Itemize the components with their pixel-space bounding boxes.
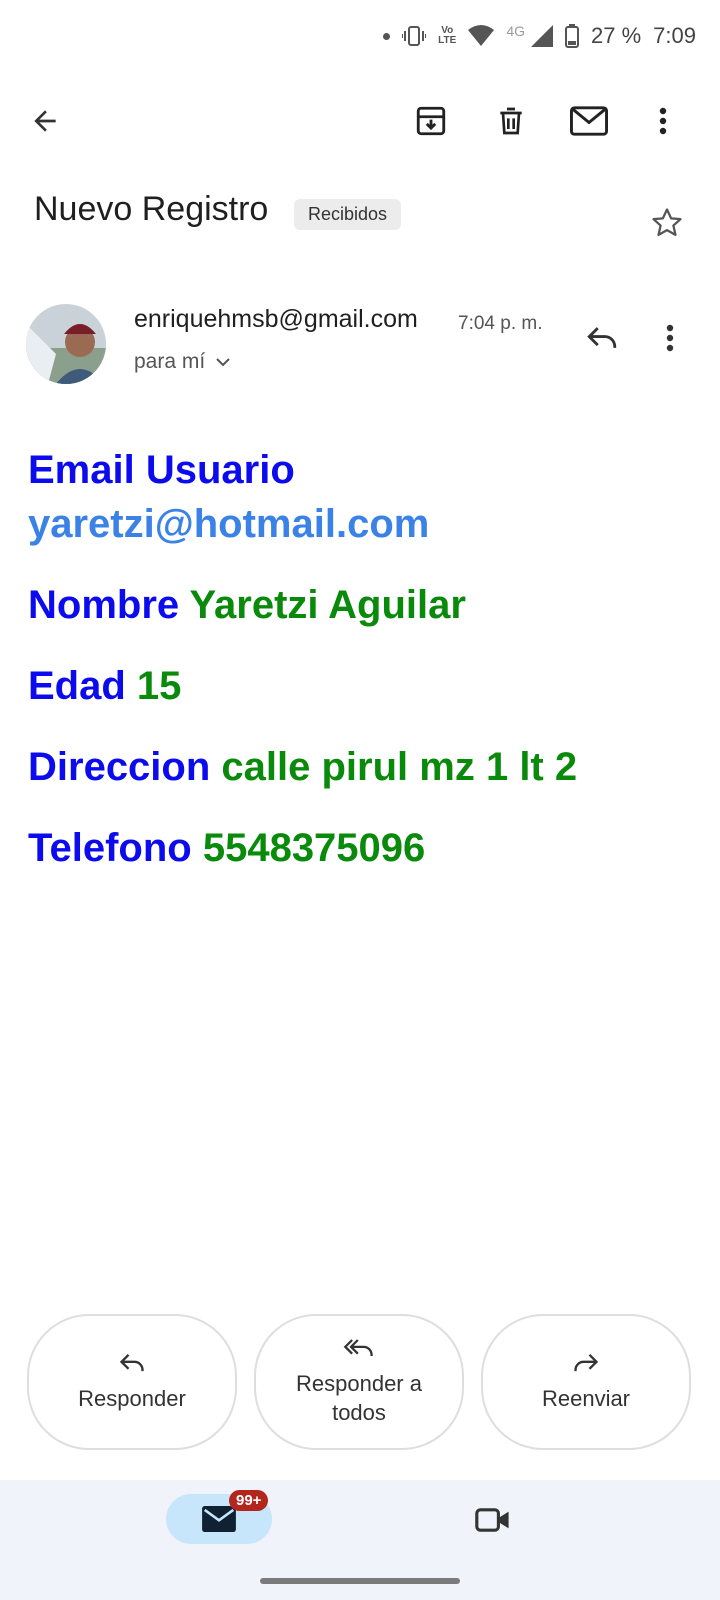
battery-level: 27 %: [591, 23, 642, 48]
mail-icon: [202, 1506, 236, 1532]
reply-icon: [587, 327, 617, 348]
delete-button[interactable]: [490, 100, 532, 142]
signal-icon: [531, 25, 554, 47]
battery-icon: [565, 24, 580, 48]
edad-label: Edad: [28, 664, 126, 708]
reply-action-button[interactable]: Responder: [27, 1314, 237, 1450]
nombre-value: Yaretzi Aguilar: [189, 583, 466, 627]
email-subject: Nuevo Registro: [34, 190, 269, 228]
telefono-label: Telefono: [28, 826, 192, 870]
back-arrow-icon: [34, 110, 56, 132]
telefono-value[interactable]: 5548375096: [203, 826, 425, 870]
star-button[interactable]: [646, 202, 688, 244]
clock: 7:09: [653, 23, 696, 48]
home-indicator[interactable]: [260, 1578, 460, 1584]
direccion-value: calle pirul mz 1 lt 2: [221, 745, 578, 789]
reply-action-label: Responder: [78, 1385, 186, 1411]
chevron-down-icon: [216, 358, 230, 367]
email-time: 7:04 p. m.: [458, 313, 543, 334]
direccion-label: Direccion: [28, 745, 211, 789]
archive-icon: [416, 106, 446, 136]
mail-icon: [570, 106, 608, 136]
reply-all-icon: [343, 1339, 373, 1356]
network-type: 4G: [506, 23, 526, 39]
more-vert-icon: [666, 324, 674, 352]
vibrate-icon: [402, 26, 427, 46]
email-usuario-label: Email Usuario: [28, 448, 295, 492]
edad-line: Edad 15: [28, 664, 181, 709]
trash-icon: [500, 107, 522, 135]
message-more-button[interactable]: [658, 318, 682, 358]
reply-all-action-label: Responder a todos: [296, 1371, 422, 1425]
label-chip[interactable]: Recibidos: [294, 199, 402, 230]
reply-icon: [119, 1353, 144, 1371]
nav-meet-tab[interactable]: [470, 1500, 516, 1540]
back-button[interactable]: [24, 100, 66, 142]
recipient-toggle[interactable]: para mí: [134, 350, 231, 374]
telefono-line: Telefono 5548375096: [28, 826, 425, 871]
reply-all-action-button[interactable]: Responder a todos: [254, 1314, 464, 1450]
email-usuario-link[interactable]: yaretzi@hotmail.com: [28, 502, 429, 547]
nombre-label: Nombre: [28, 583, 180, 627]
star-icon: [652, 208, 682, 237]
forward-action-button[interactable]: Reenviar: [481, 1314, 691, 1450]
mark-unread-button[interactable]: [566, 100, 612, 142]
forward-action-label: Reenviar: [541, 1385, 631, 1411]
forward-icon: [574, 1353, 599, 1371]
reply-button[interactable]: [582, 318, 622, 358]
avatar[interactable]: [26, 304, 106, 384]
sender-email[interactable]: enriquehmsb@gmail.com: [134, 305, 418, 334]
wifi-icon: [468, 25, 495, 46]
edad-value: 15: [136, 664, 182, 708]
direccion-line: Direccion calle pirul mz 1 lt 2: [28, 745, 577, 790]
video-camera-icon: [475, 1508, 509, 1532]
avatar-image: [26, 304, 106, 384]
nombre-line: Nombre Yaretzi Aguilar: [28, 583, 466, 628]
more-vert-icon: [659, 107, 667, 135]
status-bar: Vo LTE 4G 27 % 7:09: [383, 14, 696, 58]
unread-count-badge: 99+: [229, 1490, 269, 1511]
volte-icon: Vo LTE: [438, 25, 457, 46]
archive-button[interactable]: [410, 100, 452, 142]
notification-dot-icon: [383, 32, 391, 40]
recipient-label: para mí: [134, 350, 206, 373]
more-options-button[interactable]: [648, 100, 678, 142]
